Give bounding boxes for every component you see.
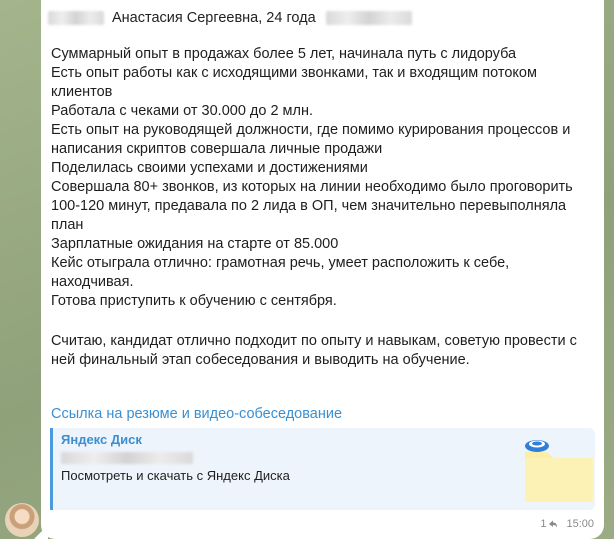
message-line: Совершала 80+ звонков, из которых на лин…: [51, 179, 573, 195]
message-line: 100-120 минут, предавала по 2 лида в ОП,…: [51, 198, 567, 214]
redacted-text: [325, 11, 412, 25]
message-line: Поделилась своими успехами и достижениям…: [51, 160, 368, 176]
message-line: Готова приступить к обучению с сентября.: [51, 293, 337, 309]
message-line: Работала с чеками от 30.000 до 2 млн.: [51, 103, 314, 119]
message-meta: 1 15:00: [540, 518, 594, 530]
message-body: Суммарный опыт в продажах более 5 лет, н…: [51, 45, 591, 311]
message-line: Кейс отыграла отлично: грамотная речь, у…: [51, 255, 510, 271]
redacted-text: [61, 452, 193, 464]
yandex-disk-folder-icon: [525, 440, 593, 502]
message-line: клиентов: [51, 84, 113, 100]
views-count: 1: [540, 518, 547, 530]
message-line: Зарплатные ожидания на старте от 85.000: [51, 236, 339, 252]
message-line: ней финальный этап собеседования и вывод…: [51, 352, 470, 368]
message-header: Анастасия Сергеевна, 24 года: [48, 8, 412, 28]
message-time: 15:00: [566, 518, 594, 530]
preview-description: Посмотреть и скачать с Яндекс Диска: [61, 468, 290, 483]
avatar[interactable]: [5, 503, 39, 537]
link-preview[interactable]: Яндекс Диск Посмотреть и скачать с Яндек…: [50, 428, 595, 510]
message-line: план: [51, 217, 84, 233]
message-line: написания скриптов совершала личные прод…: [51, 141, 383, 157]
preview-site-name: Яндекс Диск: [61, 432, 142, 447]
message-conclusion: Считаю, кандидат отлично подходит по опы…: [51, 332, 591, 370]
message-line: Есть опыт работы как с исходящими звонка…: [51, 65, 537, 81]
reply-count-icon: [549, 520, 558, 528]
redacted-text: [48, 11, 104, 25]
candidate-title: Анастасия Сергеевна, 24 года: [112, 10, 316, 26]
message-line: Есть опыт на руководящей должности, где …: [51, 122, 571, 138]
message-line: Считаю, кандидат отлично подходит по опы…: [51, 333, 577, 349]
message-line: Суммарный опыт в продажах более 5 лет, н…: [51, 46, 517, 62]
resume-link[interactable]: Ссылка на резюме и видео-собеседование: [51, 406, 342, 422]
message-line: находчивая.: [51, 274, 134, 290]
